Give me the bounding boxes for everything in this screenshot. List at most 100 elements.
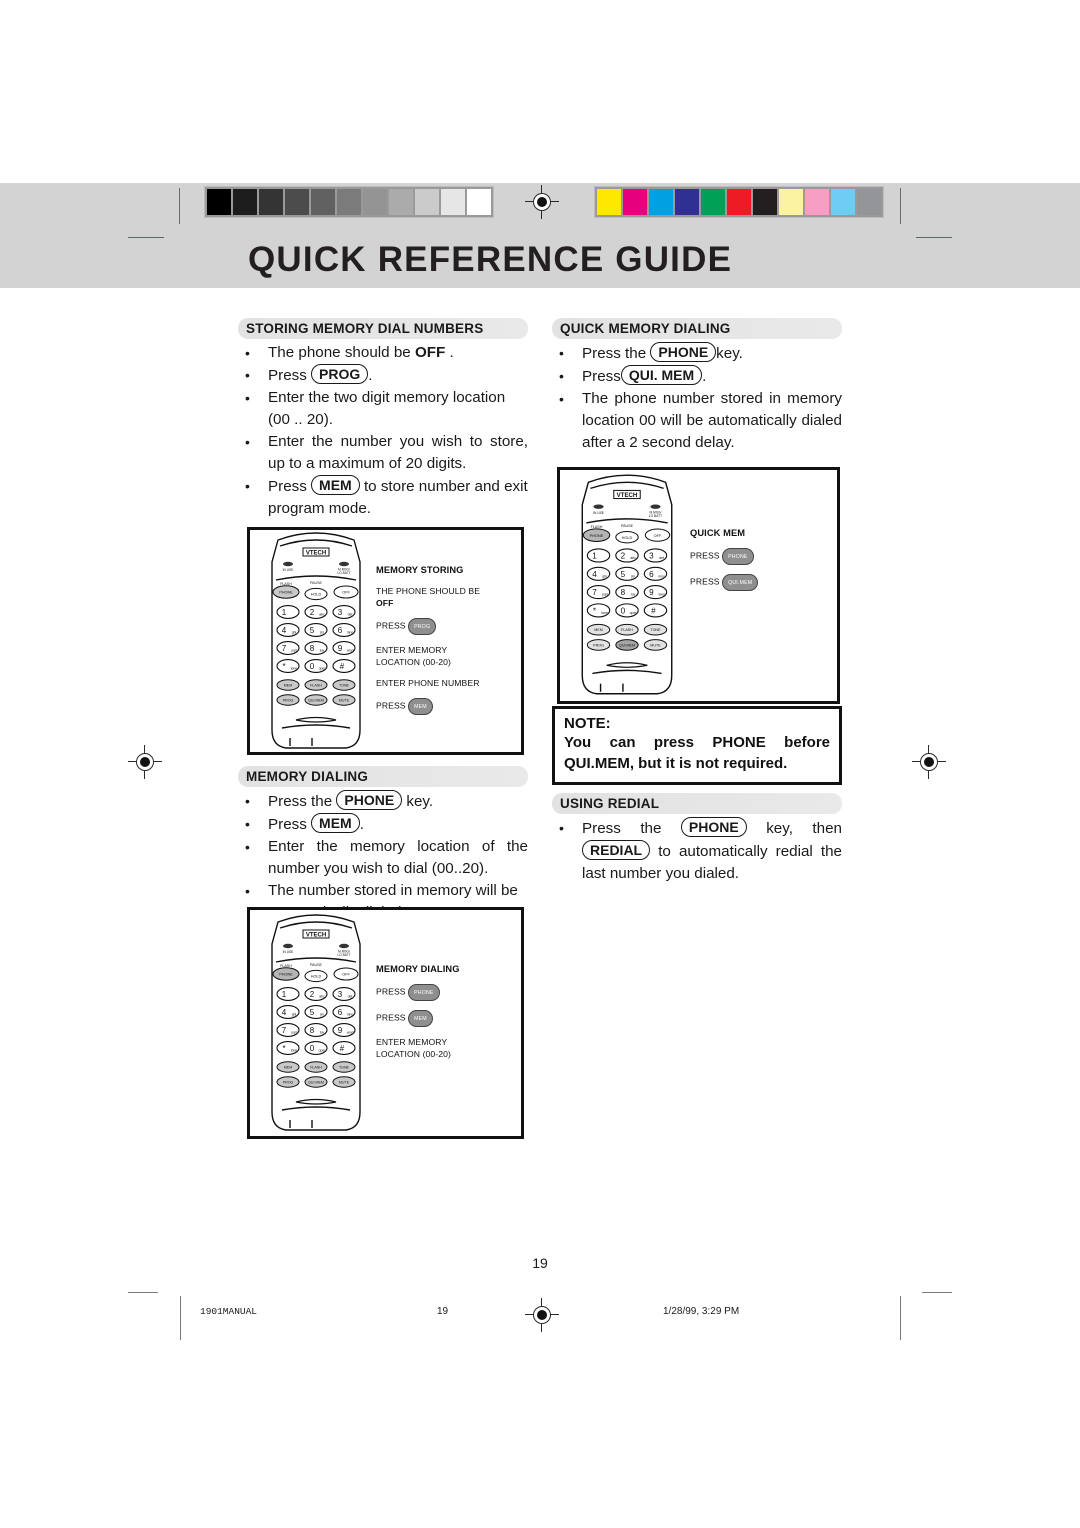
button-mem[interactable]: MEM	[408, 1010, 433, 1027]
keycap-qui-mem[interactable]: QUI. MEM	[620, 365, 703, 385]
svg-text:9: 9	[649, 588, 654, 597]
svg-text:9: 9	[338, 644, 343, 653]
color-swatch	[675, 189, 699, 215]
gray-swatch	[311, 189, 335, 215]
callout-line: ENTER MEMORY LOCATION (00-20)	[376, 645, 451, 667]
svg-text:pqrs: pqrs	[291, 649, 298, 653]
button-mem[interactable]: MEM	[408, 698, 433, 715]
footer-document-name: 1901MANUAL	[200, 1306, 258, 1317]
button-prog[interactable]: PROG	[408, 618, 437, 635]
gray-swatch	[285, 189, 309, 215]
svg-text:PHONE: PHONE	[279, 591, 293, 595]
phone-handset-diagram: VTECH IN USE M.MSG/ LO BATT FLASH PAUSE …	[581, 474, 673, 695]
svg-text:oper: oper	[319, 667, 327, 671]
callout-line: PRESS MEM	[376, 1010, 521, 1027]
svg-text:QUI.MEM: QUI.MEM	[308, 698, 324, 702]
svg-text:5: 5	[310, 626, 315, 635]
list-item: Press MEM.	[238, 813, 528, 836]
svg-text:FLASH: FLASH	[621, 628, 633, 632]
svg-text:6: 6	[338, 1008, 343, 1017]
svg-text:9: 9	[338, 1026, 343, 1035]
keycap-prog[interactable]: PROG	[311, 364, 369, 384]
gray-swatch	[415, 189, 439, 215]
button-phone[interactable]: PHONE	[722, 548, 754, 565]
memory-dialing-steps-list: Press the PHONE key. Press MEM. Enter th…	[238, 790, 528, 924]
button-phone[interactable]: PHONE	[408, 984, 440, 1001]
list-item: The phone should be OFF .	[238, 342, 528, 364]
svg-text:MEM: MEM	[594, 628, 603, 632]
color-swatch	[597, 189, 621, 215]
svg-text:def: def	[659, 556, 664, 560]
svg-text:1: 1	[282, 990, 287, 999]
svg-text:jkl: jkl	[319, 631, 323, 635]
svg-text:1: 1	[282, 608, 287, 617]
keycap-phone[interactable]: PHONE	[336, 790, 403, 810]
svg-text:abc: abc	[319, 613, 325, 617]
button-qui-mem[interactable]: QUI.MEM	[722, 574, 759, 591]
svg-text:tuv: tuv	[320, 649, 325, 653]
note-title: NOTE:	[564, 715, 611, 732]
svg-text:mno: mno	[658, 574, 665, 578]
svg-text:ghi: ghi	[292, 631, 297, 635]
grayscale-calibration-strip	[204, 186, 494, 218]
svg-text:wxyz: wxyz	[347, 649, 354, 653]
callout-title: MEMORY DIALING	[376, 964, 460, 974]
svg-text:0: 0	[310, 1044, 315, 1053]
note-box: NOTE: You can press PHONE before QUI.MEM…	[552, 706, 842, 785]
callout-memory-dialing: MEMORY DIALING PRESS PHONE PRESS MEM ENT…	[376, 963, 521, 1069]
svg-text:8: 8	[310, 644, 315, 653]
svg-text:4: 4	[282, 626, 287, 635]
svg-text:FLASH: FLASH	[310, 1065, 322, 1069]
svg-text:4: 4	[592, 570, 597, 579]
footer-timestamp: 1/28/99, 3:29 PM	[663, 1306, 740, 1317]
svg-text:LO BATT: LO BATT	[337, 953, 350, 957]
svg-text:3: 3	[338, 608, 343, 617]
svg-text:7: 7	[282, 644, 287, 653]
svg-text:MEM: MEM	[284, 1065, 292, 1069]
quick-memory-steps-list: Press the PHONEkey. PressQUI. MEM. The p…	[552, 342, 842, 454]
svg-text:#: #	[340, 1044, 345, 1053]
color-swatch	[779, 189, 803, 215]
svg-text:5: 5	[621, 570, 626, 579]
list-item: Press the PHONE key.	[238, 790, 528, 813]
svg-text:abc: abc	[630, 556, 636, 560]
color-swatch	[649, 189, 673, 215]
storing-memory-steps-list: The phone should be OFF . Press PROG. En…	[238, 342, 528, 520]
color-swatch	[857, 189, 881, 215]
svg-text:mno: mno	[347, 631, 354, 635]
keycap-mem[interactable]: MEM	[311, 475, 360, 495]
svg-text:HOLD: HOLD	[311, 593, 322, 597]
crop-mark-top-left-horizontal	[128, 237, 164, 238]
svg-text:MUTE: MUTE	[650, 643, 661, 647]
svg-text:tone: tone	[291, 667, 298, 671]
svg-text:0: 0	[621, 606, 626, 615]
registration-target-icon	[525, 185, 559, 219]
svg-text:IN USE: IN USE	[283, 950, 294, 954]
keycap-phone[interactable]: PHONE	[650, 342, 717, 362]
gray-swatch	[337, 189, 361, 215]
crop-mark-top-right-horizontal	[916, 237, 952, 238]
callout-quick-mem: QUICK MEM PRESS PHONE PRESS QUI.MEM	[690, 527, 835, 600]
callout-line: PRESS PHONE	[376, 984, 521, 1001]
keycap-mem[interactable]: MEM	[311, 813, 360, 833]
color-swatch	[831, 189, 855, 215]
registration-target-icon	[912, 745, 946, 779]
svg-text:PAUSE: PAUSE	[621, 524, 634, 528]
footer-crop-mark-left	[128, 1292, 158, 1293]
keycap-phone[interactable]: PHONE	[680, 817, 747, 837]
color-swatch	[805, 189, 829, 215]
svg-text:PROG: PROG	[593, 643, 604, 647]
gray-swatch	[363, 189, 387, 215]
svg-text:6: 6	[649, 570, 654, 579]
svg-text:3: 3	[338, 990, 343, 999]
callout-line: PRESS MEM	[376, 698, 516, 715]
svg-text:VTECH: VTECH	[306, 933, 326, 939]
crop-mark-top-left-vertical	[179, 188, 180, 224]
svg-text:tuv: tuv	[320, 1031, 325, 1035]
svg-text:0: 0	[310, 662, 315, 671]
callout-line: PRESS PHONE	[690, 548, 835, 565]
keycap-redial[interactable]: REDIAL	[582, 840, 651, 860]
page-number: 19	[532, 1255, 548, 1271]
svg-text:4: 4	[282, 1008, 287, 1017]
svg-text:MEM: MEM	[284, 683, 292, 687]
